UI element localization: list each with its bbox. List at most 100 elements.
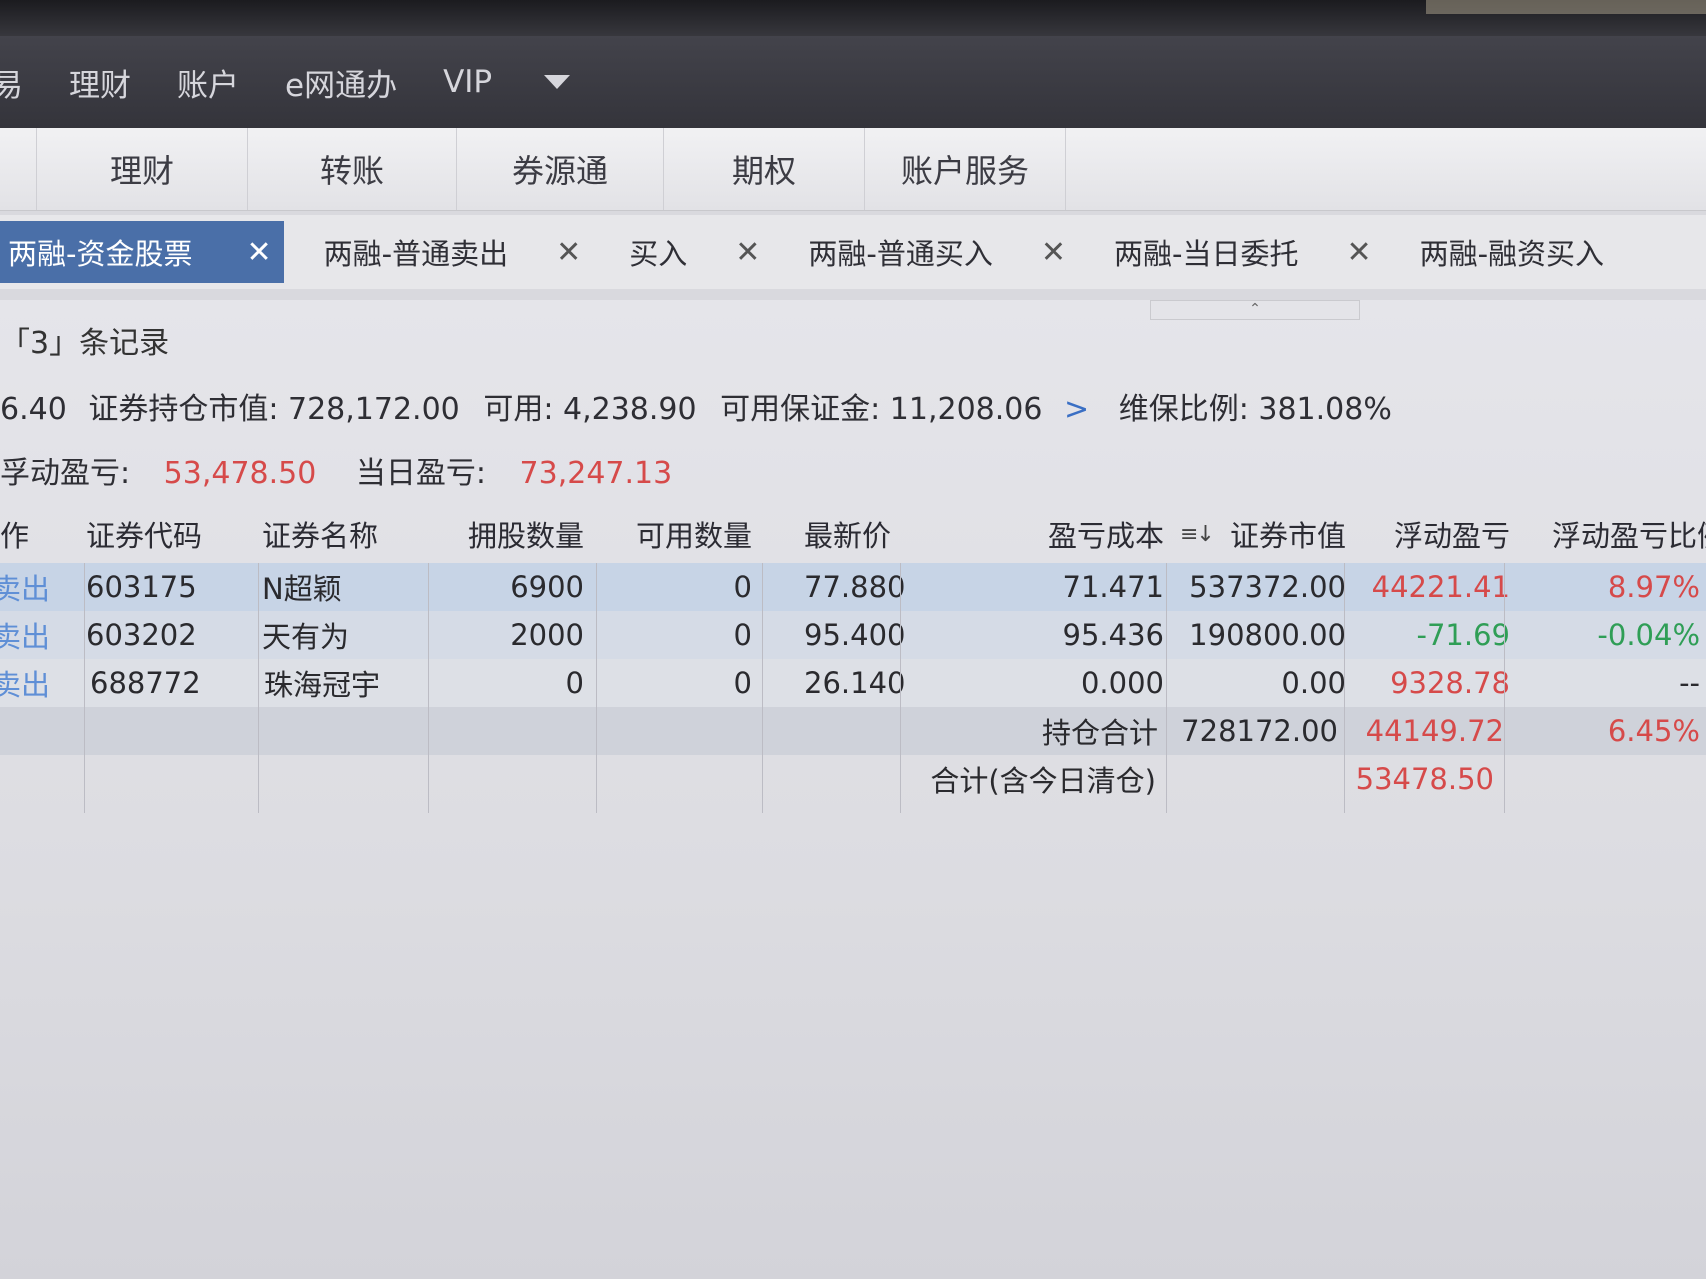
- available-value: 4,238.90: [562, 392, 697, 427]
- cell-float-pl-ratio: -0.04%: [1597, 618, 1700, 652]
- cell-cost: 95.436: [1062, 618, 1164, 652]
- column-divider: [428, 563, 429, 813]
- column-divider: [84, 563, 85, 813]
- cell-name: N超颖: [262, 572, 342, 606]
- subnav-item-transfer[interactable]: 转账: [248, 128, 457, 210]
- day-pl-label: 当日盈亏:: [355, 456, 486, 491]
- close-icon[interactable]: ✕: [735, 235, 760, 270]
- menu-item-trade[interactable]: 易: [0, 60, 23, 105]
- col-header-op[interactable]: 作: [0, 505, 40, 563]
- subnav-item-options[interactable]: 期权: [664, 128, 865, 210]
- background-glimpse: [1426, 0, 1706, 14]
- cell-price: 77.880: [804, 570, 906, 604]
- sell-link[interactable]: 卖出: [0, 563, 50, 611]
- col-header-float-pl[interactable]: 浮动盈亏: [1360, 505, 1510, 563]
- menu-item-vip[interactable]: VIP: [443, 64, 492, 100]
- subnav-item-securities-lending[interactable]: 券源通: [457, 128, 664, 210]
- close-icon[interactable]: ✕: [246, 235, 271, 270]
- subnav-item-account-service[interactable]: 账户服务: [865, 128, 1066, 210]
- sum-row: 合计(含今日清仓) 53478.50: [0, 755, 1706, 803]
- column-divider: [1504, 563, 1505, 813]
- summary-prefix-value: 6.40: [0, 392, 67, 427]
- cell-market-value: 0.00: [1281, 666, 1346, 700]
- chevron-down-icon[interactable]: [544, 75, 571, 89]
- col-header-name[interactable]: 证券名称: [262, 505, 412, 563]
- menu-item-wealth[interactable]: 理财: [69, 60, 131, 105]
- tab-buy[interactable]: 买入 ✕: [629, 221, 808, 283]
- column-divider: [900, 563, 901, 813]
- ratio-label: 维保比例:: [1118, 392, 1249, 427]
- col-header-market-value[interactable]: 证券市值: [1226, 505, 1346, 563]
- tab-margin-funds-stocks[interactable]: 两融-资金股票 ✕: [0, 221, 284, 283]
- subnav-spacer: [0, 128, 37, 210]
- positions-table: 作 证券代码 证券名称 拥股数量 可用数量 最新价 盈亏成本 ≡↓ 证券市值 浮…: [0, 505, 1706, 803]
- tab-margin-normal-buy[interactable]: 两融-普通买入 ✕: [808, 221, 1114, 283]
- col-header-hold[interactable]: 拥股数量: [430, 505, 584, 563]
- sub-navigation: 理财 转账 券源通 期权 账户服务: [0, 128, 1706, 211]
- col-header-avail[interactable]: 可用数量: [600, 505, 752, 563]
- monitor-bezel: [0, 0, 1706, 40]
- cell-hold: 0: [565, 666, 584, 700]
- table-row[interactable]: 卖出 688772 珠海冠宇 0 0 26.140 0.000 0.00 932…: [0, 659, 1706, 707]
- column-divider: [258, 563, 259, 813]
- cell-price: 95.400: [804, 618, 906, 652]
- cell-float-pl: 44221.41: [1371, 570, 1510, 604]
- subnav-item-wealth[interactable]: 理财: [37, 128, 248, 210]
- tab-bar: 两融-资金股票 ✕ 两融-普通卖出 ✕ 买入 ✕ 两融-普通买入 ✕ 两融-当日…: [0, 215, 1706, 289]
- close-icon[interactable]: ✕: [556, 235, 581, 270]
- table-row[interactable]: 卖出 603175 N超颖 6900 0 77.880 71.471 53737…: [0, 563, 1706, 611]
- cell-code: 688772: [90, 666, 201, 700]
- col-header-float-pl-ratio[interactable]: 浮动盈亏比例: [1552, 505, 1706, 563]
- close-icon[interactable]: ✕: [1041, 235, 1066, 270]
- expand-arrow-icon[interactable]: >: [1064, 392, 1089, 427]
- margin-label: 可用保证金:: [720, 392, 881, 427]
- menu-item-account[interactable]: 账户: [177, 60, 239, 105]
- margin-value: 11,208.06: [889, 392, 1043, 427]
- collapse-handle[interactable]: ⌃: [1150, 300, 1360, 320]
- tab-label: 两融-普通卖出: [323, 237, 509, 271]
- total-label: 持仓合计: [1041, 716, 1158, 750]
- table-row[interactable]: 卖出 603202 天有为 2000 0 95.400 95.436 19080…: [0, 611, 1706, 659]
- cell-avail: 0: [733, 618, 752, 652]
- cell-float-pl: 9328.78: [1390, 666, 1510, 700]
- tab-margin-normal-sell[interactable]: 两融-普通卖出 ✕: [324, 221, 630, 283]
- menu-item-e-service[interactable]: e网通办: [285, 60, 397, 105]
- cell-name: 珠海冠宇: [264, 668, 381, 702]
- tab-label: 两融-融资买入: [1419, 237, 1605, 271]
- cell-price: 26.140: [804, 666, 906, 700]
- total-float-pl: 44149.72: [1365, 714, 1504, 748]
- total-market-value: 728172.00: [1181, 714, 1338, 748]
- cell-market-value: 190800.00: [1189, 618, 1346, 652]
- close-icon[interactable]: ✕: [1346, 235, 1371, 270]
- tab-label: 两融-普通买入: [808, 237, 993, 271]
- table-header-row: 作 证券代码 证券名称 拥股数量 可用数量 最新价 盈亏成本 ≡↓ 证券市值 浮…: [0, 505, 1706, 563]
- sort-icon[interactable]: ≡↓: [1180, 505, 1220, 563]
- cell-cost: 0.000: [1080, 666, 1164, 700]
- cell-float-pl-ratio: 8.97%: [1607, 570, 1700, 604]
- float-pl-value: 53,478.50: [163, 456, 317, 491]
- tab-margin-today-orders[interactable]: 两融-当日委托 ✕: [1114, 221, 1420, 283]
- market-value: 728,172.00: [288, 392, 460, 427]
- market-value-label: 证券持仓市值:: [88, 392, 279, 427]
- tab-margin-financing-buy[interactable]: 两融-融资买入: [1420, 221, 1604, 283]
- ratio-value: 381.08%: [1258, 392, 1392, 427]
- column-divider: [1344, 563, 1345, 813]
- cell-name: 天有为: [262, 620, 350, 654]
- cell-avail: 0: [733, 570, 752, 604]
- total-row: 持仓合计 728172.00 44149.72 6.45%: [0, 707, 1706, 755]
- column-divider: [1166, 563, 1167, 813]
- tab-label: 买入: [629, 237, 688, 271]
- col-header-price[interactable]: 最新价: [804, 505, 954, 563]
- sell-link[interactable]: 卖出: [0, 611, 50, 659]
- sell-link[interactable]: 卖出: [0, 659, 50, 707]
- cell-avail: 0: [733, 666, 752, 700]
- cell-float-pl: -71.69: [1416, 618, 1511, 652]
- cell-hold: 2000: [510, 618, 584, 652]
- float-pl-label: 孚动盈亏:: [0, 456, 131, 491]
- cell-code: 603175: [86, 570, 197, 604]
- col-header-code[interactable]: 证券代码: [86, 505, 236, 563]
- top-menu-bar: 易 理财 账户 e网通办 VIP: [0, 36, 1706, 128]
- col-header-cost[interactable]: 盈亏成本: [980, 505, 1164, 563]
- column-divider: [596, 563, 597, 813]
- record-count: 「3」条记录: [0, 326, 170, 361]
